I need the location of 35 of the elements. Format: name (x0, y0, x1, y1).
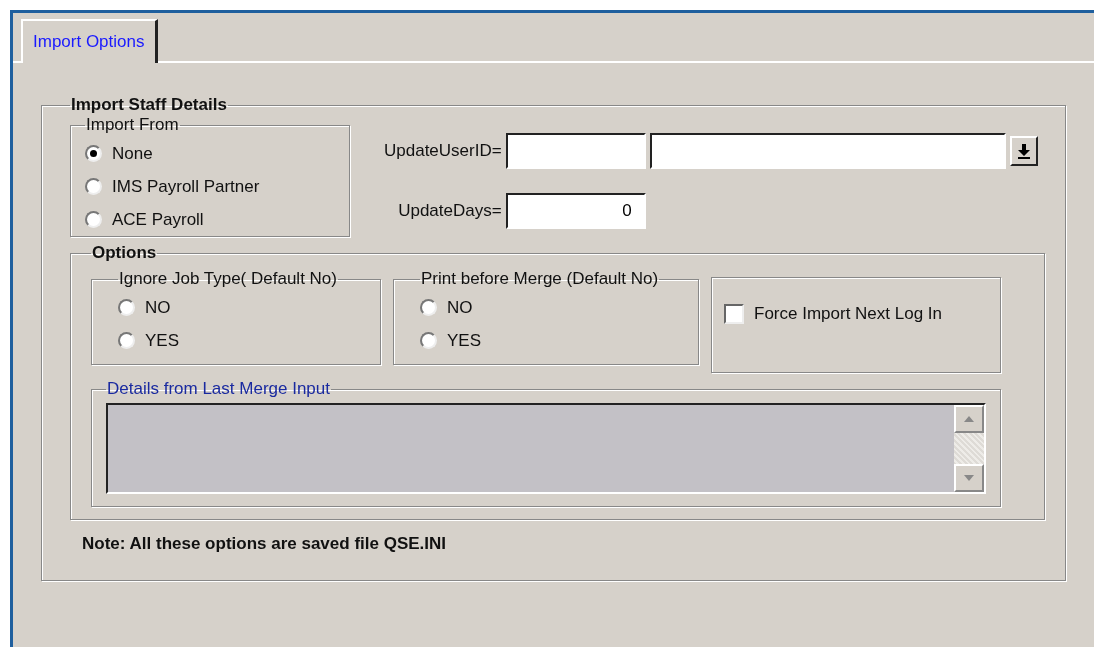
dropdown-button[interactable] (1009, 136, 1038, 166)
radio-option[interactable]: ACE Payroll (85, 203, 335, 236)
radio-option[interactable]: YES (420, 324, 672, 357)
tab[interactable]: Import Options (21, 19, 158, 63)
radio-button[interactable] (85, 145, 102, 162)
down-arrow-icon (964, 475, 974, 481)
group-title: Import Staff Details (70, 95, 228, 115)
download-arrow-icon (1016, 143, 1031, 159)
radio-button[interactable] (118, 299, 135, 316)
radio-option[interactable]: None (85, 137, 335, 170)
field-label: UpdateDays= (397, 201, 502, 221)
radio-button[interactable] (85, 178, 102, 195)
radio-option[interactable]: NO (420, 291, 672, 324)
group-title: Details from Last Merge Input (106, 379, 331, 399)
field-label: UpdateUserID= (384, 141, 502, 161)
input-field[interactable] (649, 133, 1006, 169)
note-text: Note: All these options are saved file QSE.INI (81, 533, 447, 555)
input-field[interactable] (505, 133, 646, 169)
up-arrow-icon (964, 416, 974, 422)
group-title: Options (91, 243, 158, 263)
group-title: Print before Merge (Default No) (420, 269, 660, 289)
radio-option[interactable]: NO (118, 291, 354, 324)
group-title: Import From (85, 115, 180, 135)
radio-button[interactable] (420, 332, 437, 349)
checkbox-option[interactable]: Force Import Next Log In (724, 304, 988, 324)
radio-button[interactable] (420, 299, 437, 316)
radio-button[interactable] (118, 332, 135, 349)
radio-button[interactable] (85, 211, 102, 228)
scrollbar[interactable] (954, 405, 984, 492)
checkbox[interactable] (724, 304, 744, 324)
radio-option[interactable]: IMS Payroll Partner (85, 170, 335, 203)
input-field[interactable]: 0 (505, 193, 646, 229)
radio-option[interactable]: YES (118, 324, 354, 357)
text-area[interactable] (106, 403, 986, 494)
group-title: Ignore Job Type( Default No) (118, 269, 338, 289)
